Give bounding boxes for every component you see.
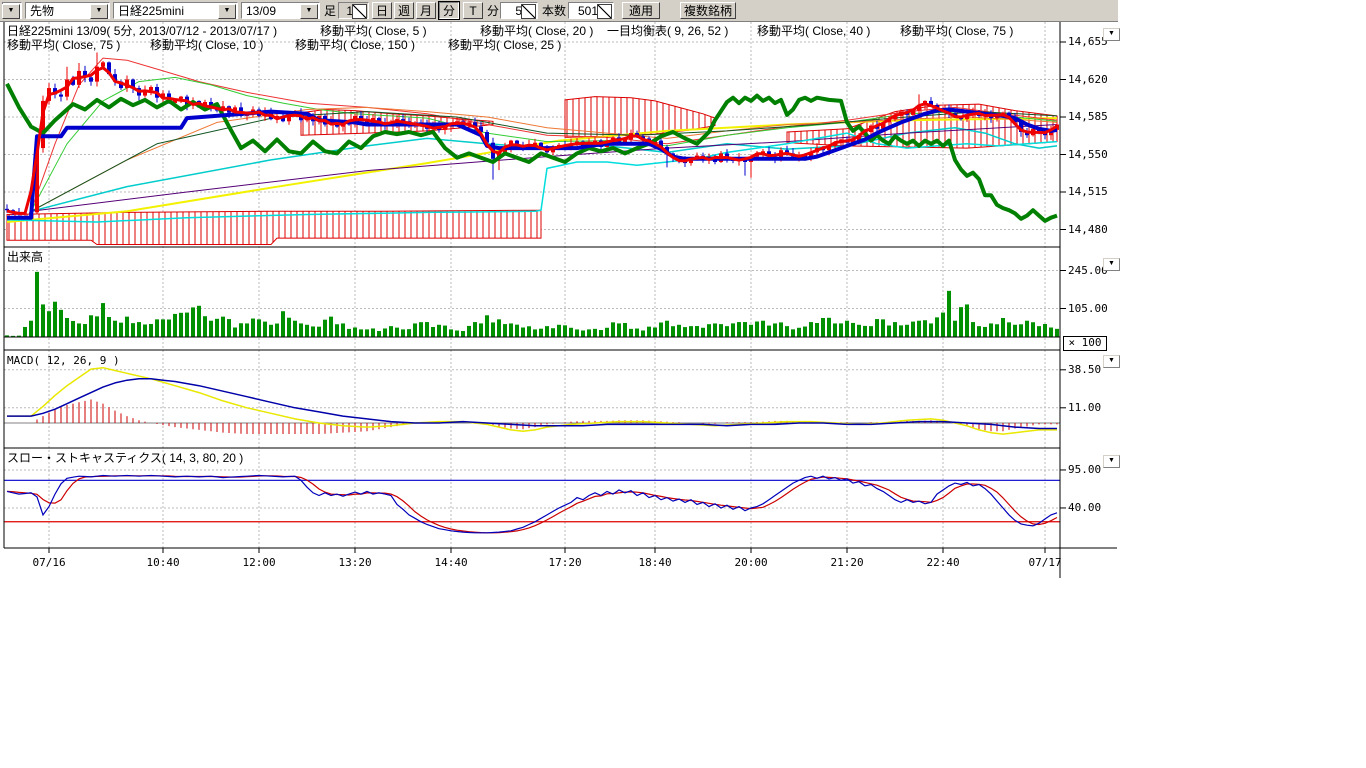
toolbar: ▼ 先物▼ 日経225mini▼ 13/09▼ 足 1 日 週 月 分 T 分 … bbox=[0, 0, 1118, 22]
chevron-down-icon[interactable]: ▼ bbox=[300, 4, 318, 19]
legend-indicator: 移動平均( Close, 75 ) bbox=[900, 25, 1013, 38]
time-axis-tick: 07/17 bbox=[1029, 556, 1062, 569]
price-axis-tick: 14,620 bbox=[1068, 73, 1108, 86]
time-axis-tick: 07/16 bbox=[33, 556, 66, 569]
period-minute-button[interactable]: 分 bbox=[439, 2, 459, 19]
chart-canvas[interactable] bbox=[0, 22, 1120, 582]
legend-indicator: 移動平均( Close, 40 ) bbox=[757, 25, 870, 38]
time-axis-tick: 18:40 bbox=[639, 556, 672, 569]
period-day-button[interactable]: 日 bbox=[372, 2, 392, 19]
symbol-select-value: 日経225mini bbox=[118, 2, 184, 19]
period-month-button[interactable]: 月 bbox=[416, 2, 436, 19]
legend-indicator: 移動平均( Close, 25 ) bbox=[448, 39, 561, 52]
spinner-icon[interactable] bbox=[597, 4, 612, 19]
spinner-icon[interactable] bbox=[521, 4, 536, 19]
stoch-scale-menu-button[interactable]: ▼ bbox=[1103, 455, 1120, 468]
price-axis-tick: 14,480 bbox=[1068, 223, 1108, 236]
period-tick-button[interactable]: T bbox=[463, 2, 483, 19]
volume-multiplier-box: × 100 bbox=[1063, 336, 1107, 351]
price-axis-tick: 14,585 bbox=[1068, 110, 1108, 123]
legend-indicator: 一目均衡表( 9, 26, 52 ) bbox=[607, 25, 728, 38]
time-axis-tick: 13:20 bbox=[339, 556, 372, 569]
market-select[interactable]: 先物 ▼ bbox=[25, 2, 110, 19]
count-stepper[interactable]: 501 bbox=[568, 2, 614, 19]
chevron-down-icon[interactable]: ▼ bbox=[2, 4, 20, 19]
volume-panel-label: 出来高 bbox=[7, 251, 43, 264]
macd-axis-tick: 11.00 bbox=[1068, 401, 1101, 414]
macd-scale-menu-button[interactable]: ▼ bbox=[1103, 355, 1120, 368]
market-select-value: 先物 bbox=[30, 2, 54, 19]
volume-axis-tick: 245.00 bbox=[1068, 264, 1108, 277]
macd-axis-tick: 38.50 bbox=[1068, 363, 1101, 376]
stoch-axis-tick: 40.00 bbox=[1068, 501, 1101, 514]
apply-button[interactable]: 適用 bbox=[622, 2, 660, 19]
minute-label: 分 bbox=[487, 2, 499, 19]
mini-dropdown[interactable]: ▼ bbox=[2, 2, 22, 19]
stoch-panel-label: スロー・ストキャスティクス( 14, 3, 80, 20 ) bbox=[7, 452, 243, 465]
macd-panel-label: MACD( 12, 26, 9 ) bbox=[7, 354, 120, 367]
volume-scale-menu-button[interactable]: ▼ bbox=[1103, 258, 1120, 271]
time-axis-tick: 22:40 bbox=[927, 556, 960, 569]
time-axis-tick: 17:20 bbox=[549, 556, 582, 569]
symbol-select[interactable]: 日経225mini ▼ bbox=[113, 2, 238, 19]
stoch-axis-tick: 95.00 bbox=[1068, 463, 1101, 476]
price-axis-tick: 14,655 bbox=[1068, 35, 1108, 48]
time-axis-tick: 10:40 bbox=[147, 556, 180, 569]
volume-axis-tick: 105.00 bbox=[1068, 302, 1108, 315]
time-axis-tick: 12:00 bbox=[243, 556, 276, 569]
trading-app-window: ▼ 先物▼ 日経225mini▼ 13/09▼ 足 1 日 週 月 分 T 分 … bbox=[0, 0, 1366, 768]
legend-indicator: 移動平均( Close, 10 ) bbox=[150, 39, 263, 52]
bar-interval-stepper[interactable]: 1 bbox=[338, 2, 369, 19]
spinner-icon[interactable] bbox=[352, 4, 367, 19]
chevron-down-icon[interactable]: ▼ bbox=[90, 4, 108, 19]
legend-indicator: 移動平均( Close, 20 ) bbox=[480, 25, 593, 38]
price-scale-menu-button[interactable]: ▼ bbox=[1103, 28, 1120, 41]
time-axis-tick: 21:20 bbox=[831, 556, 864, 569]
chevron-down-icon[interactable]: ▼ bbox=[218, 4, 236, 19]
contract-select[interactable]: 13/09 ▼ bbox=[241, 2, 320, 19]
legend-indicator: 移動平均( Close, 75 ) bbox=[7, 39, 120, 52]
legend-chart-title: 日経225mini 13/09( 5分, 2013/07/12 - 2013/0… bbox=[7, 25, 277, 38]
multi-symbol-button[interactable]: 複数銘柄 bbox=[680, 2, 736, 19]
contract-select-value: 13/09 bbox=[246, 4, 276, 18]
price-axis-tick: 14,515 bbox=[1068, 185, 1108, 198]
time-axis-tick: 20:00 bbox=[735, 556, 768, 569]
bar-label: 足 bbox=[324, 2, 336, 19]
minute-stepper[interactable]: 5 bbox=[500, 2, 538, 19]
period-week-button[interactable]: 週 bbox=[394, 2, 414, 19]
price-axis-tick: 14,550 bbox=[1068, 148, 1108, 161]
count-value: 501 bbox=[578, 4, 598, 18]
count-label: 本数 bbox=[542, 2, 566, 19]
legend-indicator: 移動平均( Close, 5 ) bbox=[320, 25, 427, 38]
legend-indicator: 移動平均( Close, 150 ) bbox=[295, 39, 415, 52]
time-axis-tick: 14:40 bbox=[435, 556, 468, 569]
